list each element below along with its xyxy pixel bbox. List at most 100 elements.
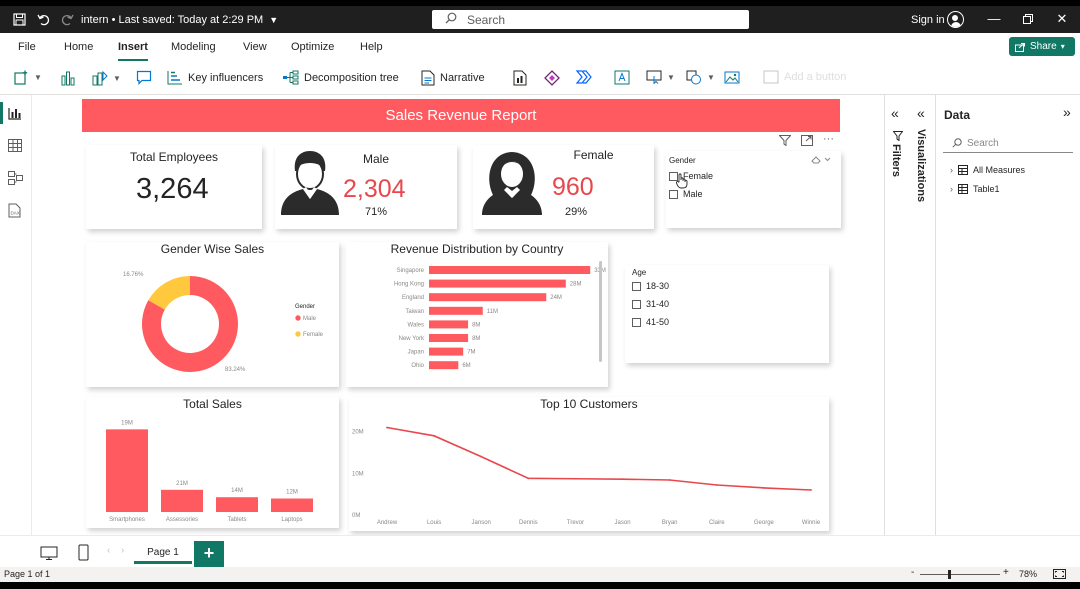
female-card[interactable]: Female 960 29% [473, 145, 654, 229]
top-customers-card[interactable]: Top 10 Customers 0M 10M 20M Andrew Louis Jans… [349, 397, 829, 531]
eraser-icon[interactable] [811, 155, 831, 164]
bar-wales[interactable] [429, 320, 469, 329]
tree-item-table1[interactable]: › Table1 [950, 184, 1000, 194]
total-employees-card[interactable]: Total Employees 3,264 [86, 145, 262, 229]
sign-in-link[interactable]: Sign in [911, 14, 945, 26]
report-view-icon[interactable] [8, 107, 24, 123]
point-claire[interactable] [715, 484, 718, 486]
checkbox[interactable] [632, 281, 641, 291]
tab-insert[interactable]: Insert [118, 41, 148, 61]
document-title[interactable]: intern • Last saved: Today at 2:29 PM ▼ [81, 14, 278, 26]
table-view-icon[interactable] [8, 139, 24, 155]
slicer-option-18-30[interactable]: 18-30 [632, 281, 669, 291]
tab-optimize[interactable]: Optimize [291, 41, 334, 53]
checkbox[interactable] [632, 317, 641, 327]
age-slicer[interactable]: Age 18-30 31-40 41-50 [625, 265, 829, 363]
chevron-left-icon[interactable]: ‹ [107, 545, 110, 556]
close-icon[interactable]: ✕ [1052, 10, 1072, 28]
focus-mode-icon[interactable] [801, 135, 813, 146]
slicer-option-31-40[interactable]: 31-40 [632, 299, 669, 309]
tab-home[interactable]: Home [64, 41, 93, 53]
point-bryan[interactable] [668, 479, 671, 481]
new-visual-button[interactable]: ▼ [14, 70, 42, 85]
new-visual-chart-button[interactable] [60, 70, 76, 86]
undo-icon[interactable] [34, 10, 52, 28]
shapes-button[interactable]: ▼ [686, 70, 715, 85]
restore-icon[interactable] [1018, 10, 1038, 28]
slicer-option-41-50[interactable]: 41-50 [632, 317, 669, 327]
legend-male[interactable]: Male [303, 316, 317, 322]
checkbox[interactable] [632, 299, 641, 309]
bar-taiwan[interactable] [429, 306, 483, 315]
power-apps-button[interactable] [544, 70, 560, 86]
bar-smartphones[interactable] [106, 429, 148, 512]
more-visuals-button[interactable]: ▼ [92, 70, 121, 86]
data-search-input[interactable]: Search [943, 135, 1073, 153]
point-winnie[interactable] [810, 489, 812, 491]
bar-england[interactable] [429, 293, 547, 302]
bar-laptops[interactable] [271, 498, 313, 512]
bar-assessories[interactable] [161, 489, 203, 512]
paginated-report-button[interactable] [513, 70, 527, 86]
tab-modeling[interactable]: Modeling [171, 41, 216, 53]
gender-slicer[interactable]: Gender Female Male [666, 151, 841, 228]
zoom-slider-thumb[interactable] [948, 570, 951, 579]
total-sales-card[interactable]: Total Sales 19M Smartphones 21M Assessories… [86, 397, 339, 528]
chevron-right-icon[interactable]: › [121, 545, 124, 556]
legend-female[interactable]: Female [303, 332, 324, 338]
page-tab-1[interactable]: Page 1 [134, 542, 192, 564]
decomposition-tree-button[interactable]: Decomposition tree [282, 70, 399, 85]
bar-singapore[interactable] [429, 266, 591, 274]
point-andrew[interactable] [386, 426, 388, 429]
narrative-button[interactable]: Narrative [421, 70, 485, 86]
point-janson[interactable] [480, 455, 483, 458]
revenue-country-card[interactable]: Revenue Distribution by Country Singapor… [346, 242, 608, 387]
chart-scrollbar[interactable] [599, 261, 602, 362]
visualizations-pane-collapsed[interactable]: « Visualizations [908, 95, 936, 535]
male-card[interactable]: Male 2,304 71% [275, 145, 457, 229]
text-box-button[interactable] [614, 70, 630, 85]
global-search[interactable]: Search [432, 10, 749, 29]
key-influencers-button[interactable]: Key influencers [167, 70, 263, 85]
bar-ohio[interactable] [429, 361, 459, 370]
bar-japan[interactable] [429, 347, 464, 356]
desktop-layout-icon[interactable] [40, 546, 58, 560]
zoom-in-button[interactable]: + [1003, 567, 1009, 578]
avatar[interactable] [947, 11, 964, 28]
fit-to-page-icon[interactable] [1053, 569, 1066, 579]
tab-help[interactable]: Help [360, 41, 383, 53]
point-dennis[interactable] [527, 477, 530, 480]
tree-item-all-measures[interactable]: › All Measures [950, 165, 1025, 175]
point-george[interactable] [762, 487, 765, 489]
zoom-out-button[interactable]: - [911, 567, 914, 578]
bar-tablets[interactable] [216, 497, 258, 512]
buttons-button[interactable]: ▼ [646, 70, 675, 84]
zoom-slider[interactable] [920, 574, 1000, 575]
filters-pane-collapsed[interactable]: « Filters [884, 95, 908, 535]
bar-hong-kong[interactable] [429, 279, 566, 288]
slicer-option-male[interactable]: Male [669, 189, 703, 199]
point-trevor[interactable] [574, 477, 577, 480]
save-icon[interactable] [10, 10, 28, 28]
expand-right-icon[interactable]: » [1063, 104, 1071, 120]
share-button[interactable]: Share ▾ [1009, 37, 1075, 56]
mobile-layout-icon[interactable] [78, 544, 89, 561]
add-page-button[interactable]: + [194, 541, 224, 567]
tab-view[interactable]: View [243, 41, 267, 53]
image-button[interactable] [724, 70, 740, 85]
gender-sales-card[interactable]: Gender Wise Sales 16.76% 83.24% Gender M… [86, 242, 339, 387]
tab-file[interactable]: File [18, 41, 36, 53]
point-louis[interactable] [433, 434, 436, 437]
model-view-icon[interactable] [8, 171, 24, 187]
customer-sales-line[interactable] [386, 426, 812, 491]
collapse-left-icon[interactable]: « [917, 105, 925, 121]
dax-query-view-icon[interactable]: DAX [8, 203, 24, 219]
more-options-icon[interactable]: ··· [823, 134, 834, 146]
point-jason[interactable] [621, 478, 624, 481]
minimize-icon[interactable]: — [984, 10, 1004, 28]
filter-icon[interactable] [779, 135, 791, 146]
qa-button[interactable] [136, 70, 152, 85]
collapse-left-icon[interactable]: « [891, 105, 899, 121]
checkbox[interactable] [669, 189, 678, 199]
power-automate-button[interactable] [576, 70, 592, 84]
